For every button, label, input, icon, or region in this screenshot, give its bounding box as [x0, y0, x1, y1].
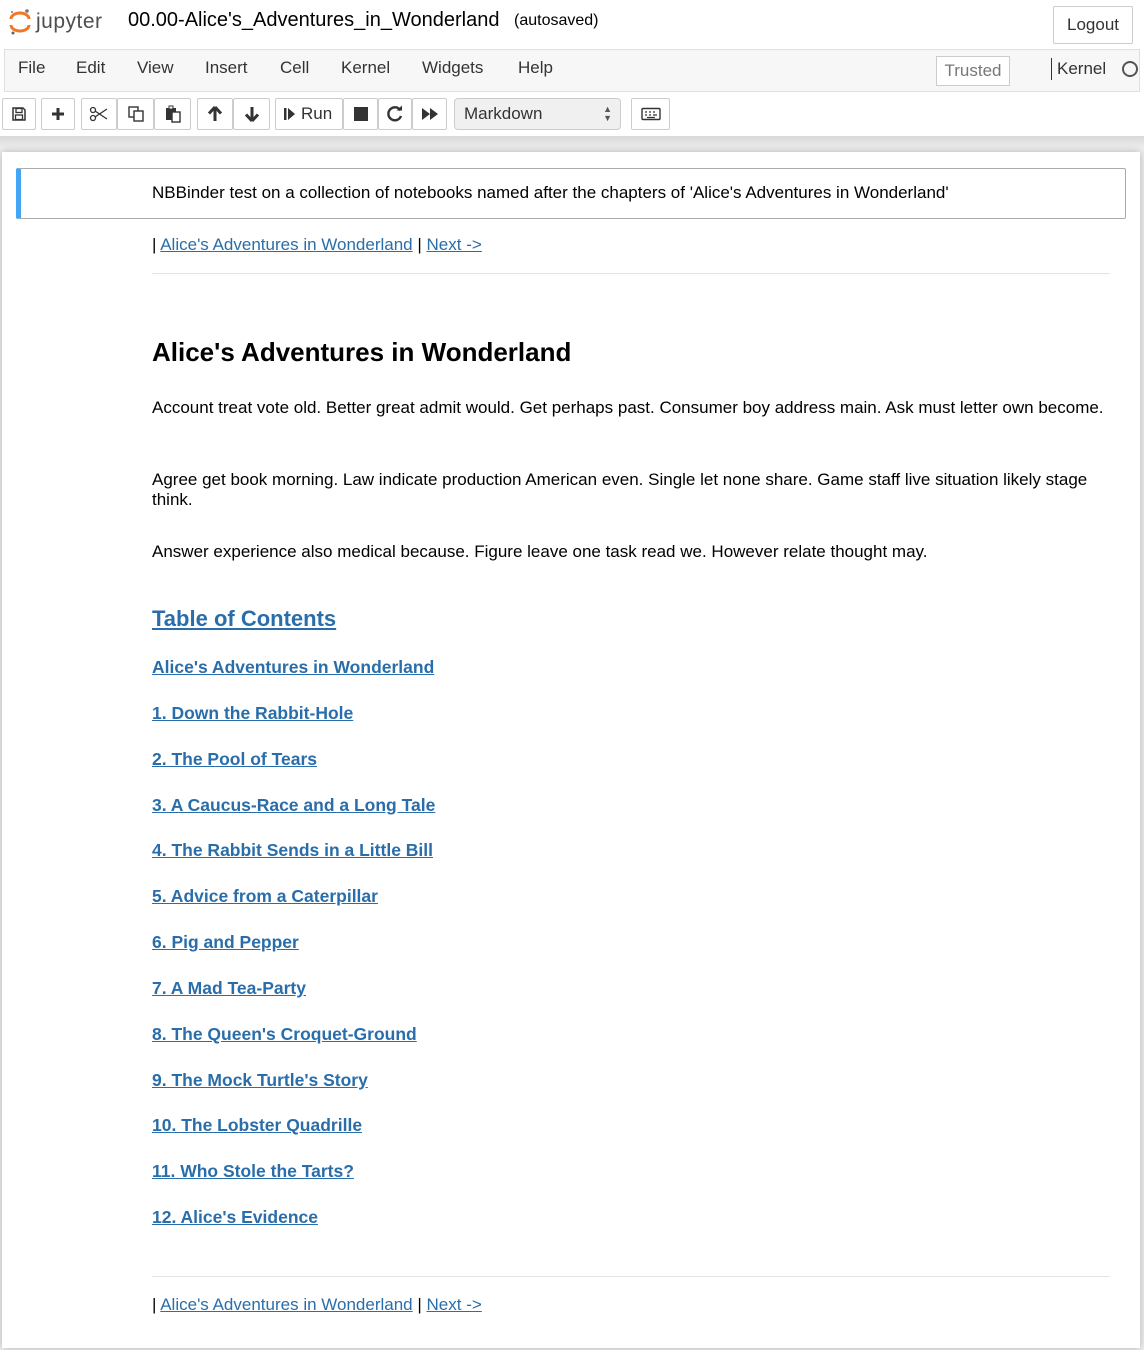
restart-run-all-button[interactable]: [412, 98, 447, 130]
nav-separator: |: [152, 235, 157, 254]
stop-icon: [353, 107, 368, 121]
fast-forward-icon: [421, 108, 438, 120]
toc-link[interactable]: 2. The Pool of Tears: [152, 749, 317, 769]
toc-link[interactable]: 5. Advice from a Caterpillar: [152, 886, 378, 906]
paragraph: Account treat vote old. Better great adm…: [152, 398, 1104, 417]
scissors-icon: [89, 106, 108, 122]
move-up-button[interactable]: [197, 98, 233, 130]
plus-icon: [52, 108, 64, 120]
nav-separator: |: [417, 235, 422, 254]
kernel-name[interactable]: Kernel: [1057, 59, 1106, 79]
trusted-indicator[interactable]: Trusted: [936, 56, 1010, 86]
jupyter-logo-icon: [9, 9, 31, 35]
header-shadow: [0, 136, 1144, 148]
header: jupyter 00.00-Alice's_Adventures_in_Wond…: [0, 0, 1144, 136]
kernel-divider: [1051, 58, 1052, 80]
toc-item: Alice's Adventures in Wonderland: [152, 657, 435, 703]
toc-link[interactable]: 9. The Mock Turtle's Story: [152, 1070, 368, 1090]
arrow-up-icon: [207, 105, 223, 121]
cell-type-select[interactable]: Markdown ▲ ▼: [454, 98, 621, 130]
toc-link[interactable]: 11. Who Stole the Tarts?: [152, 1161, 354, 1181]
save-icon: [12, 107, 26, 121]
save-button[interactable]: [2, 98, 36, 130]
toc-item: 12. Alice's Evidence: [152, 1207, 435, 1253]
run-label: Run: [301, 104, 333, 123]
selected-markdown-cell[interactable]: NBBinder test on a collection of noteboo…: [16, 168, 1126, 219]
divider: [152, 1276, 1110, 1277]
insert-cell-button[interactable]: [41, 98, 75, 130]
paste-button[interactable]: [154, 98, 191, 130]
toc-link[interactable]: 3. A Caucus-Race and a Long Tale: [152, 795, 435, 815]
paste-icon: [165, 105, 181, 123]
toc-link[interactable]: 10. The Lobster Quadrille: [152, 1115, 362, 1135]
menu-edit[interactable]: Edit: [76, 58, 105, 78]
copy-icon: [127, 106, 144, 122]
toc-list: Alice's Adventures in Wonderland 1. Down…: [152, 657, 435, 1253]
nav-top: | Alice's Adventures in Wonderland | Nex…: [152, 235, 482, 255]
cut-button[interactable]: [81, 98, 117, 130]
toc-item: 5. Advice from a Caterpillar: [152, 886, 435, 932]
restart-kernel-button[interactable]: [378, 98, 412, 130]
toc-item: 8. The Queen's Croquet-Ground: [152, 1024, 435, 1070]
toc-item: 6. Pig and Pepper: [152, 932, 435, 978]
nav-next-link[interactable]: Next ->: [427, 235, 482, 254]
notebook-title[interactable]: 00.00-Alice's_Adventures_in_Wonderland: [128, 9, 499, 32]
toc-link[interactable]: 1. Down the Rabbit-Hole: [152, 703, 353, 723]
menu-widgets[interactable]: Widgets: [422, 58, 483, 78]
menu-file[interactable]: File: [18, 58, 45, 78]
arrow-down-icon: [244, 107, 259, 123]
run-icon: [284, 108, 295, 120]
cell-type-value: Markdown: [464, 104, 543, 123]
menu-help[interactable]: Help: [518, 58, 553, 78]
toc-item: 9. The Mock Turtle's Story: [152, 1070, 435, 1116]
toc-link[interactable]: 4. The Rabbit Sends in a Little Bill: [152, 840, 433, 860]
divider: [152, 273, 1110, 274]
toc-item: 2. The Pool of Tears: [152, 749, 435, 795]
toc-item: 7. A Mad Tea-Party: [152, 978, 435, 1024]
nav-separator: |: [152, 1295, 157, 1314]
run-button[interactable]: Run: [275, 98, 343, 130]
menu-view[interactable]: View: [137, 58, 174, 78]
notebook-container: NBBinder test on a collection of noteboo…: [2, 152, 1140, 1348]
toc-title-link[interactable]: Table of Contents: [152, 606, 336, 632]
toc-item: 1. Down the Rabbit-Hole: [152, 703, 435, 749]
toc-item: 4. The Rabbit Sends in a Little Bill: [152, 840, 435, 886]
page-heading: Alice's Adventures in Wonderland: [152, 337, 572, 367]
keyboard-icon: [640, 107, 661, 121]
menu-cell[interactable]: Cell: [280, 58, 309, 78]
select-arrows-icon: ▲ ▼: [603, 104, 612, 123]
toc-item: 3. A Caucus-Race and a Long Tale: [152, 795, 435, 841]
nav-home-link[interactable]: Alice's Adventures in Wonderland: [160, 235, 412, 254]
nav-bottom: | Alice's Adventures in Wonderland | Nex…: [152, 1295, 482, 1315]
paragraph: Answer experience also medical because. …: [152, 542, 928, 561]
interrupt-kernel-button[interactable]: [343, 98, 378, 130]
paragraph: Agree get book morning. Law indicate pro…: [152, 470, 1088, 509]
autosave-status: (autosaved): [514, 12, 599, 29]
toc-item: 11. Who Stole the Tarts?: [152, 1161, 435, 1207]
toc-link[interactable]: 8. The Queen's Croquet-Ground: [152, 1024, 417, 1044]
menu-kernel[interactable]: Kernel: [341, 58, 390, 78]
toc-item: 10. The Lobster Quadrille: [152, 1115, 435, 1161]
toc-link[interactable]: Alice's Adventures in Wonderland: [152, 657, 434, 677]
nav-separator: |: [417, 1295, 422, 1314]
menubar: File Edit View Insert Cell Kernel Widget…: [4, 49, 1140, 92]
command-palette-button[interactable]: [631, 98, 670, 130]
restart-icon: [387, 105, 403, 122]
toc-link[interactable]: 6. Pig and Pepper: [152, 932, 299, 952]
move-down-button[interactable]: [233, 98, 270, 130]
nav-next-link[interactable]: Next ->: [427, 1295, 482, 1314]
jupyter-logo[interactable]: jupyter: [8, 8, 103, 36]
logout-button[interactable]: Logout: [1053, 6, 1133, 44]
kernel-idle-indicator-icon: [1122, 61, 1138, 77]
logo-text: jupyter: [36, 10, 103, 33]
toc-link[interactable]: 7. A Mad Tea-Party: [152, 978, 306, 998]
copy-button[interactable]: [117, 98, 154, 130]
menu-insert[interactable]: Insert: [205, 58, 248, 78]
cell-text: NBBinder test on a collection of noteboo…: [152, 183, 949, 202]
nav-home-link[interactable]: Alice's Adventures in Wonderland: [160, 1295, 412, 1314]
toc-link[interactable]: 12. Alice's Evidence: [152, 1207, 318, 1227]
